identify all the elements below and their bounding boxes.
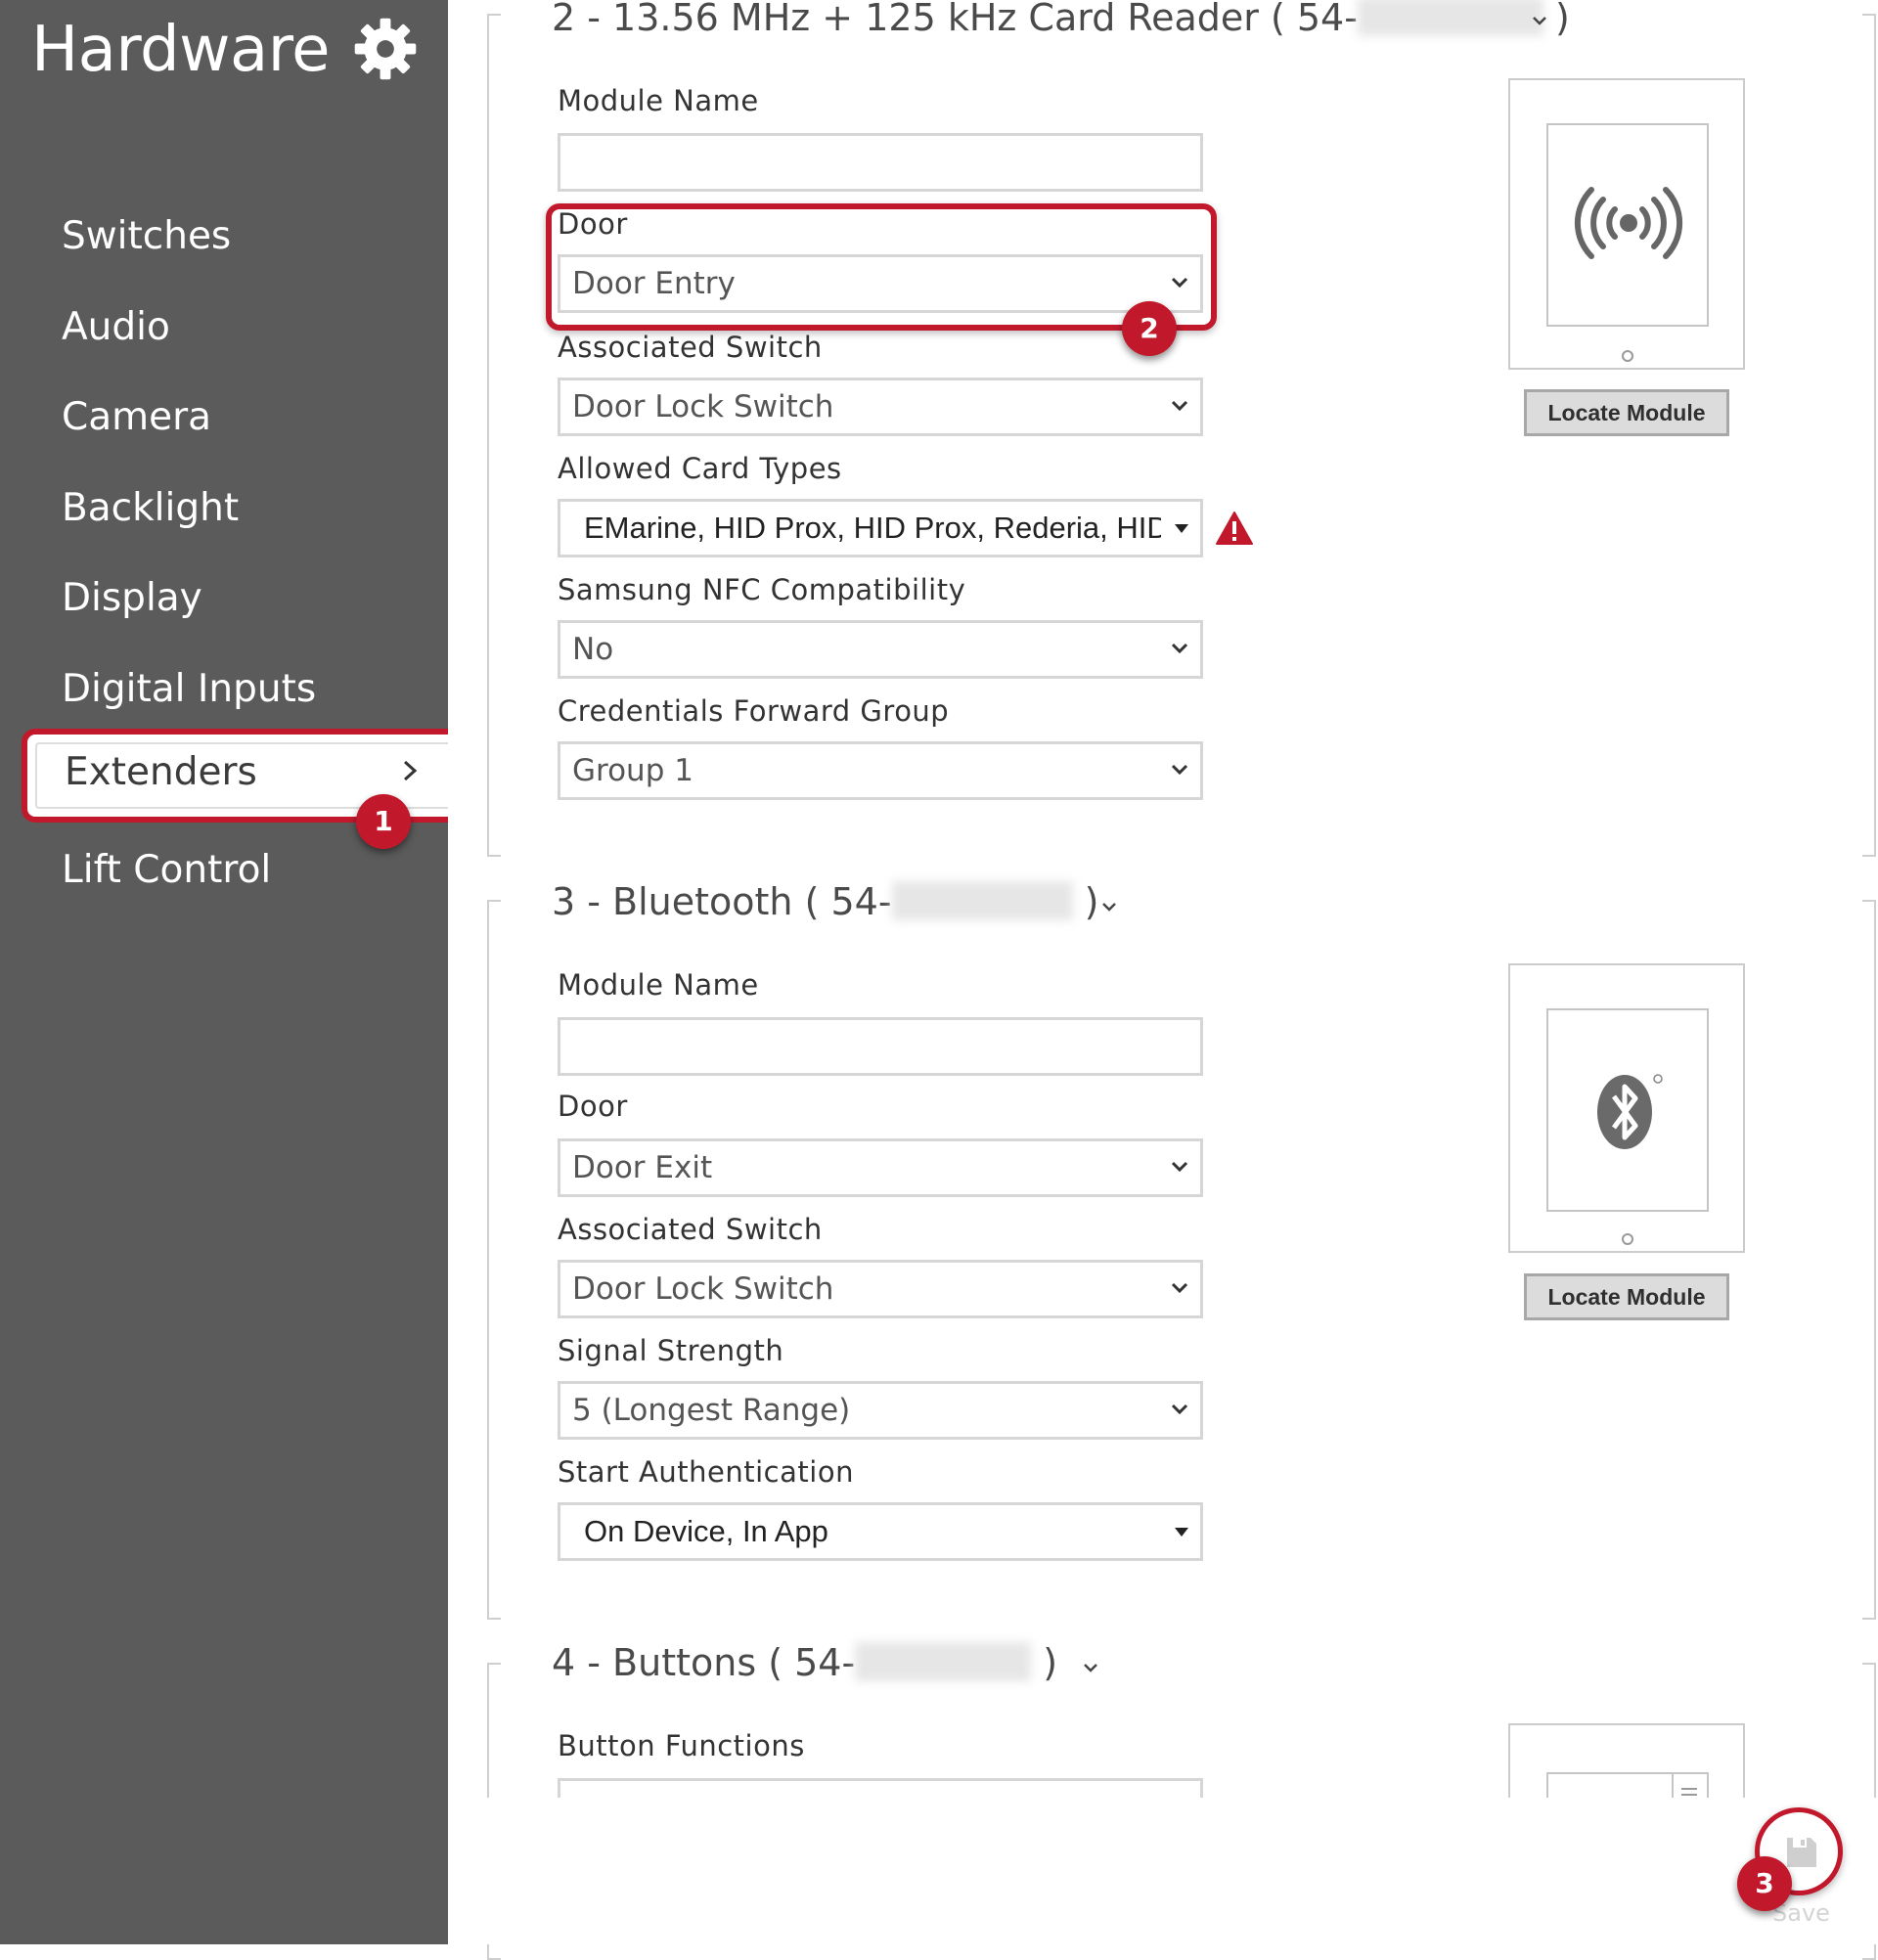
- bluetooth-icon: [1597, 1074, 1663, 1149]
- credentials-forward-group-select[interactable]: Group 1: [558, 741, 1203, 800]
- content-bottom-fade: [448, 1798, 1878, 1944]
- sidebar-item-display[interactable]: Display: [62, 569, 202, 628]
- panel-frame-left: [487, 900, 501, 1620]
- module-2-title-text: 2 - 13.56 MHz + 125 kHz Card Reader ( 54…: [552, 0, 1358, 39]
- associated-switch-select[interactable]: Door Lock Switch: [558, 378, 1203, 436]
- callout-badge-3: 3: [1737, 1856, 1792, 1911]
- associated-switch-value: Door Lock Switch: [572, 1271, 834, 1307]
- rfid-waves-icon: [1574, 187, 1683, 259]
- door-label: Door: [558, 207, 628, 241]
- associated-switch-label: Associated Switch: [558, 331, 823, 364]
- chevron-down-icon: [1171, 1161, 1188, 1173]
- start-authentication-label: Start Authentication: [558, 1455, 854, 1489]
- sidebar-item-digital-inputs[interactable]: Digital Inputs: [62, 660, 316, 719]
- start-authentication-value: On Device, In App: [584, 1514, 828, 1548]
- allowed-card-types-label: Allowed Card Types: [558, 452, 842, 485]
- chevron-down-icon: [1171, 1282, 1188, 1294]
- samsung-nfc-select[interactable]: No: [558, 620, 1203, 679]
- callout-badge-1: 1: [356, 794, 411, 849]
- credentials-forward-group-value: Group 1: [572, 753, 693, 788]
- panel-frame-right: [1862, 14, 1876, 857]
- sidebar-item-switches[interactable]: Switches: [62, 207, 231, 266]
- warning-icon: [1216, 512, 1253, 545]
- panel-frame-right: [1862, 900, 1876, 1620]
- chevron-down-icon[interactable]: [1098, 896, 1120, 917]
- allowed-card-types-select[interactable]: EMarine, HID Prox, HID Prox, Rederia, HI…: [558, 499, 1203, 557]
- door-select[interactable]: Door Entry: [558, 254, 1203, 313]
- module-4-title-text: 4 - Buttons ( 54-: [552, 1641, 856, 1684]
- associated-switch-select[interactable]: Door Lock Switch: [558, 1260, 1203, 1318]
- panel-frame-left: [487, 14, 501, 857]
- start-authentication-select[interactable]: On Device, In App: [558, 1502, 1203, 1561]
- associated-switch-value: Door Lock Switch: [572, 389, 834, 424]
- module-3-title-text: 3 - Bluetooth ( 54-: [552, 880, 892, 923]
- door-label: Door: [558, 1090, 628, 1123]
- module-name-label: Module Name: [558, 968, 759, 1002]
- sidebar: Hardware Switches Audio Camera Backlight…: [0, 0, 448, 1944]
- device-screen: [1546, 123, 1709, 327]
- module-name-input[interactable]: [558, 1017, 1203, 1076]
- sidebar-item-lift-control[interactable]: Lift Control: [62, 841, 271, 900]
- door-select-value: Door Exit: [572, 1150, 713, 1185]
- module-2-title: 2 - 13.56 MHz + 125 kHz Card Reader ( 54…: [552, 0, 1570, 39]
- signal-strength-select[interactable]: 5 (Longest Range): [558, 1381, 1203, 1440]
- device-led: [1622, 350, 1633, 362]
- module-3-title-suffix: ): [1084, 880, 1099, 923]
- locate-module-button[interactable]: Locate Module: [1524, 389, 1729, 436]
- module-3-title: 3 - Bluetooth ( 54- ): [552, 880, 1099, 923]
- allowed-card-types-value: EMarine, HID Prox, HID Prox, Rederia, HI…: [584, 511, 1161, 545]
- sidebar-item-label: Extenders: [65, 750, 257, 794]
- signal-strength-value: 5 (Longest Range): [572, 1393, 851, 1428]
- associated-switch-label: Associated Switch: [558, 1213, 823, 1246]
- device-led: [1622, 1233, 1633, 1245]
- serial-blurred: [855, 1641, 1032, 1681]
- samsung-nfc-label: Samsung NFC Compatibility: [558, 573, 966, 606]
- dropdown-arrow-icon: [1175, 1528, 1188, 1537]
- dropdown-arrow-icon: [1175, 524, 1188, 533]
- samsung-nfc-value: No: [572, 632, 614, 667]
- sidebar-item-audio[interactable]: Audio: [62, 298, 170, 357]
- button-functions-label: Button Functions: [558, 1729, 805, 1762]
- module-2-title-suffix: ): [1555, 0, 1570, 39]
- chevron-down-icon: [1171, 277, 1188, 289]
- chevron-down-icon: [1171, 1403, 1188, 1415]
- bluetooth-module-image: [1508, 963, 1745, 1253]
- sidebar-item-camera[interactable]: Camera: [62, 388, 211, 447]
- module-4-title: 4 - Buttons ( 54- ): [552, 1641, 1057, 1684]
- credentials-forward-group-label: Credentials Forward Group: [558, 694, 950, 728]
- gear-icon[interactable]: [352, 16, 419, 82]
- callout-badge-2: 2: [1122, 301, 1177, 356]
- chevron-right-icon: [403, 760, 418, 781]
- module-4-title-suffix: ): [1043, 1641, 1058, 1684]
- chevron-down-icon[interactable]: [1080, 1657, 1101, 1678]
- signal-strength-label: Signal Strength: [558, 1334, 784, 1367]
- chevron-down-icon: [1171, 400, 1188, 412]
- locate-module-button[interactable]: Locate Module: [1524, 1273, 1729, 1320]
- chevron-down-icon: [1171, 643, 1188, 654]
- card-reader-module-image: [1508, 78, 1745, 370]
- device-screen: [1546, 1008, 1709, 1212]
- module-name-label: Module Name: [558, 84, 759, 117]
- chevron-down-icon: [1171, 764, 1188, 776]
- serial-blurred: [1357, 0, 1543, 36]
- sidebar-item-backlight[interactable]: Backlight: [62, 479, 239, 538]
- door-select[interactable]: Door Exit: [558, 1138, 1203, 1197]
- serial-blurred: [891, 880, 1073, 920]
- module-name-input[interactable]: [558, 133, 1203, 192]
- floppy-disk-icon: [1787, 1838, 1816, 1867]
- door-select-value: Door Entry: [572, 266, 736, 301]
- chevron-down-icon[interactable]: [1529, 10, 1550, 31]
- sidebar-title: Hardware: [31, 14, 331, 86]
